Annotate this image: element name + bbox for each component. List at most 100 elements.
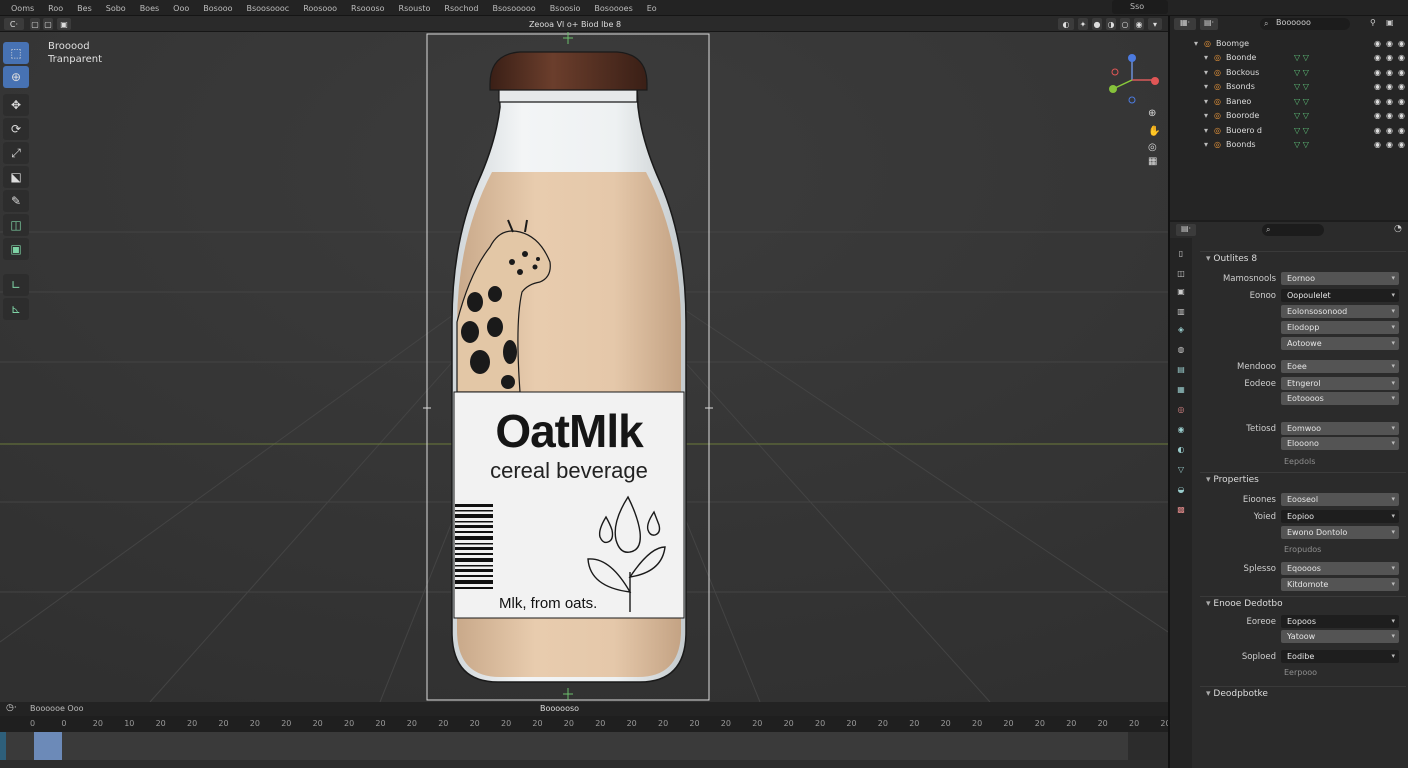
property-dropdown[interactable]: Eopoos ▾ <box>1281 615 1399 628</box>
render-visibility-icon[interactable]: ◉ <box>1398 126 1405 135</box>
timeline-track[interactable] <box>0 732 1168 768</box>
menu-item[interactable]: Bes <box>70 4 99 13</box>
outliner-row[interactable]: ▾ ◎ Baneo ▽ ▽ ◉ ◉ ◉ <box>1170 94 1408 108</box>
new-collection-icon[interactable]: ▣ <box>1386 18 1400 30</box>
expand-arrow-icon[interactable]: ▾ <box>1204 111 1208 120</box>
scene-search-input[interactable]: Sso <box>1112 0 1168 14</box>
render-visibility-icon[interactable]: ◉ <box>1398 97 1405 106</box>
menu-item[interactable]: Bsoosio <box>543 4 588 13</box>
camera-visibility-icon[interactable]: ◉ <box>1386 97 1393 106</box>
property-dropdown[interactable]: Ewono Dontolo ▾ <box>1281 526 1399 539</box>
outliner-row[interactable]: ▾ ◎ Buoero d ▽ ▽ ◉ ◉ ◉ <box>1170 123 1408 137</box>
camera-visibility-icon[interactable]: ◉ <box>1386 39 1393 48</box>
menu-item[interactable]: Ooms <box>4 4 41 13</box>
scene-tab-icon[interactable]: ◈ <box>1175 324 1187 336</box>
property-dropdown[interactable]: Aotoowe ▾ <box>1281 337 1399 350</box>
property-dropdown[interactable]: Eotoooos ▾ <box>1281 392 1399 405</box>
move-tool[interactable]: ✥ <box>3 94 29 116</box>
property-dropdown[interactable]: Eopioo ▾ <box>1281 510 1399 523</box>
outliner-editor-button[interactable]: ▦· <box>1174 18 1196 30</box>
menu-item[interactable]: Rsochod <box>437 4 485 13</box>
inset-tool[interactable]: ⊾ <box>3 298 29 320</box>
mode-button[interactable]: ▣ <box>57 18 71 30</box>
expand-arrow-icon[interactable]: ▾ <box>1204 53 1208 62</box>
outliner-row[interactable]: ▾ ◎ Boonde ▽ ▽ ◉ ◉ ◉ <box>1170 51 1408 65</box>
properties-search-input[interactable] <box>1262 224 1324 236</box>
property-dropdown[interactable]: Elodopp ▾ <box>1281 321 1399 334</box>
property-section-header[interactable]: ▾ Properties <box>1200 472 1406 485</box>
filter-icon[interactable]: ⚲ <box>1370 18 1382 30</box>
texture-tab-icon[interactable]: ▩ <box>1175 504 1187 516</box>
timeline-editor-icon[interactable]: ◷· <box>6 703 17 713</box>
grid-icon[interactable]: ▦ <box>1148 156 1157 167</box>
outliner-search-input[interactable]: Boooooo <box>1260 18 1350 30</box>
expand-arrow-icon[interactable]: ▾ <box>1204 68 1208 77</box>
menu-item[interactable]: Roo <box>41 4 70 13</box>
data-tab-icon[interactable]: ▽ <box>1175 464 1187 476</box>
output-tab-icon[interactable]: ▣ <box>1175 286 1187 298</box>
constraints-tab-icon[interactable]: ◐ <box>1175 444 1187 456</box>
property-dropdown[interactable]: Etngerol ▾ <box>1281 377 1399 390</box>
camera-visibility-icon[interactable]: ◉ <box>1386 140 1393 149</box>
gizmo-button[interactable]: ✦ <box>1078 18 1088 30</box>
visibility-eye-icon[interactable]: ◉ <box>1374 111 1381 120</box>
camera-visibility-icon[interactable]: ◉ <box>1386 82 1393 91</box>
shading-button-4[interactable]: ◉ <box>1134 18 1144 30</box>
property-dropdown[interactable]: Kitdomote ▾ <box>1281 578 1399 591</box>
add-cube-tool[interactable]: ▣ <box>3 238 29 260</box>
menu-item[interactable]: Roosooo <box>296 4 344 13</box>
camera-visibility-icon[interactable]: ◉ <box>1386 111 1393 120</box>
property-dropdown[interactable]: Eodibe ▾ <box>1281 650 1399 663</box>
visibility-eye-icon[interactable]: ◉ <box>1374 39 1381 48</box>
visibility-eye-icon[interactable]: ◉ <box>1374 140 1381 149</box>
playhead-range[interactable] <box>34 732 62 760</box>
camera-visibility-icon[interactable]: ◉ <box>1386 53 1393 62</box>
outliner-row[interactable]: ▾ ◎ Bsonds ▽ ▽ ◉ ◉ ◉ <box>1170 80 1408 94</box>
menu-item[interactable]: Bosooo <box>196 4 239 13</box>
modifier-tab-icon[interactable]: ▦ <box>1175 384 1187 396</box>
outliner-row[interactable]: ▾ ◎ Bockous ▽ ▽ ◉ ◉ ◉ <box>1170 65 1408 79</box>
outliner-row[interactable]: ▾ ◎ Boomge ◉ ◉ ◉ <box>1170 36 1408 50</box>
property-section-header[interactable]: ▾ Enooe Dedotbo <box>1200 596 1406 609</box>
menu-item[interactable]: Sobo <box>99 4 133 13</box>
property-dropdown[interactable]: Eolonsosonood ▾ <box>1281 305 1399 318</box>
tool-tab-icon[interactable]: ▯ <box>1175 248 1187 260</box>
property-dropdown[interactable]: Eoee ▾ <box>1281 360 1399 373</box>
particles-tab-icon[interactable]: ◎ <box>1175 404 1187 416</box>
render-tab-icon[interactable]: ◫ <box>1175 268 1187 280</box>
property-dropdown[interactable]: Eomwoo ▾ <box>1281 422 1399 435</box>
property-dropdown[interactable]: Eooseol ▾ <box>1281 493 1399 506</box>
scale-tool[interactable]: ⤢ <box>3 142 29 164</box>
menu-item[interactable]: Eo <box>640 4 664 13</box>
expand-arrow-icon[interactable]: ▾ <box>1204 140 1208 149</box>
render-visibility-icon[interactable]: ◉ <box>1398 53 1405 62</box>
material-tab-icon[interactable]: ◒ <box>1175 484 1187 496</box>
property-dropdown[interactable]: Oopoulelet ▾ <box>1281 289 1399 302</box>
menu-item[interactable]: Ooo <box>166 4 196 13</box>
3d-viewport[interactable]: OatMlk cereal beverage Mlk, from oats. B… <box>0 32 1168 702</box>
properties-editor-button[interactable]: ▤· <box>1176 224 1196 236</box>
outliner-row[interactable]: ▾ ◎ Boorode ▽ ▽ ◉ ◉ ◉ <box>1170 109 1408 123</box>
camera-visibility-icon[interactable]: ◉ <box>1386 126 1393 135</box>
expand-arrow-icon[interactable]: ▾ <box>1194 39 1198 48</box>
visibility-eye-icon[interactable]: ◉ <box>1374 68 1381 77</box>
world-tab-icon[interactable]: ◍ <box>1175 344 1187 356</box>
shading-button-2[interactable]: ◑ <box>1106 18 1116 30</box>
extrude-tool[interactable]: ∟ <box>3 274 29 296</box>
view-toggle-2[interactable]: ▢ <box>43 18 53 30</box>
editor-type-button[interactable]: C· <box>4 18 24 30</box>
outliner-display-mode[interactable]: ▤· <box>1200 18 1218 30</box>
render-visibility-icon[interactable]: ◉ <box>1398 111 1405 120</box>
physics-tab-icon[interactable]: ◉ <box>1175 424 1187 436</box>
object-tab-icon[interactable]: ▤ <box>1175 364 1187 376</box>
select-box-tool[interactable]: ⬚ <box>3 42 29 64</box>
render-visibility-icon[interactable]: ◉ <box>1398 68 1405 77</box>
zoom-icon[interactable]: ⊕ <box>1148 108 1156 119</box>
property-dropdown[interactable]: Elooono ▾ <box>1281 437 1399 450</box>
shading-button[interactable]: ● <box>1092 18 1102 30</box>
overlay-button[interactable]: ◐ <box>1058 18 1074 30</box>
menu-item[interactable]: Bsosooooo <box>485 4 542 13</box>
property-section-header[interactable]: ▾ Outlites 8 <box>1200 251 1406 264</box>
transform-tool[interactable]: ⬕ <box>3 166 29 188</box>
menu-item[interactable]: Boes <box>133 4 166 13</box>
